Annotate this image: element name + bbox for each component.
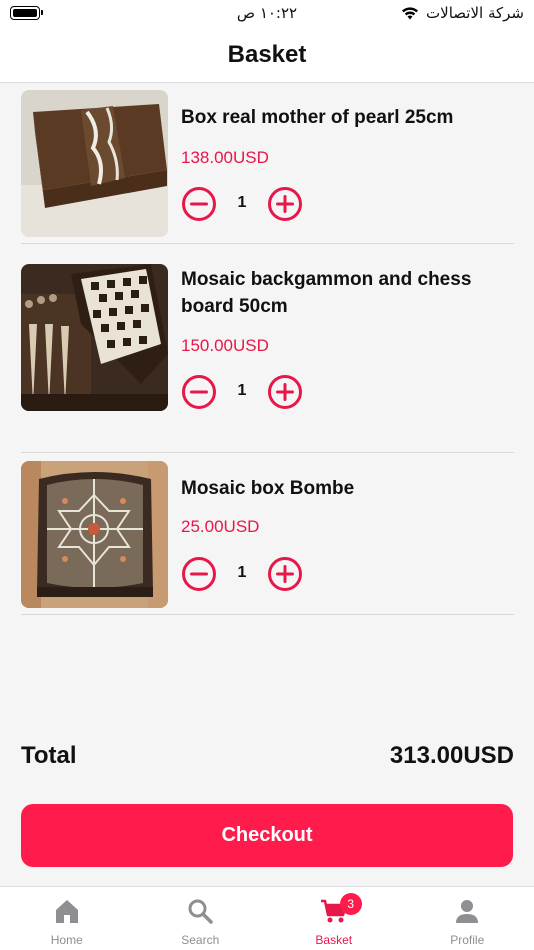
plus-circle-icon bbox=[268, 187, 302, 221]
status-carrier: شركة الاتصالات bbox=[400, 4, 524, 22]
navigation-header: Basket bbox=[0, 28, 534, 83]
product-price: 25.00USD bbox=[181, 517, 260, 536]
tab-label: Home bbox=[50, 933, 83, 947]
tab-basket[interactable]: 3 Basket bbox=[267, 887, 401, 950]
search-icon bbox=[188, 899, 213, 924]
quantity-value: 1 bbox=[237, 564, 247, 581]
tab-profile[interactable]: Profile bbox=[401, 887, 534, 950]
product-image[interactable] bbox=[21, 264, 168, 411]
product-price: 150.00USD bbox=[181, 336, 269, 355]
quantity-value: 1 bbox=[237, 382, 247, 399]
minus-circle-icon bbox=[182, 557, 216, 591]
product-image[interactable] bbox=[21, 90, 168, 237]
product-image[interactable] bbox=[21, 461, 168, 608]
tab-label: Search bbox=[181, 933, 220, 947]
decrease-quantity-button[interactable] bbox=[181, 374, 217, 410]
status-bar: ١٠:٢٢ ص شركة الاتصالات bbox=[0, 0, 534, 28]
quantity-value: 1 bbox=[237, 194, 247, 211]
profile-icon bbox=[456, 900, 479, 923]
total-label: Total bbox=[21, 742, 77, 769]
tab-bar: Home Search 3 Basket Profile bbox=[0, 886, 534, 950]
product-name[interactable]: Mosaic backgammon and chess board 50cm bbox=[181, 266, 511, 320]
basket-item: Mosaic backgammon and chess board 50cm 1… bbox=[21, 264, 514, 453]
product-price: 138.00USD bbox=[181, 148, 269, 167]
total-row: Total 313.00USD bbox=[21, 742, 514, 776]
wifi-icon bbox=[402, 7, 419, 20]
cart-count-badge: 3 bbox=[339, 893, 362, 915]
basket-item: Mosaic box Bombe 25.00USD 1 bbox=[21, 461, 514, 615]
increase-quantity-button[interactable] bbox=[267, 556, 303, 592]
product-name[interactable]: Box real mother of pearl 25cm bbox=[181, 104, 511, 131]
basket-list: Box real mother of pearl 25cm 138.00USD … bbox=[21, 90, 514, 615]
tab-search[interactable]: Search bbox=[134, 887, 268, 950]
checkout-button[interactable]: Checkout bbox=[21, 804, 513, 867]
product-name[interactable]: Mosaic box Bombe bbox=[181, 475, 511, 502]
quantity-stepper: 1 bbox=[181, 186, 305, 222]
tab-home[interactable]: Home bbox=[0, 887, 134, 950]
tab-label: Profile bbox=[450, 933, 485, 947]
minus-circle-icon bbox=[182, 187, 216, 221]
basket-item: Box real mother of pearl 25cm 138.00USD … bbox=[21, 90, 514, 244]
decrease-quantity-button[interactable] bbox=[181, 186, 217, 222]
minus-circle-icon bbox=[182, 375, 216, 409]
quantity-stepper: 1 bbox=[181, 374, 305, 410]
plus-circle-icon bbox=[268, 375, 302, 409]
home-icon bbox=[55, 900, 78, 923]
total-amount: 313.00USD bbox=[389, 742, 514, 769]
plus-circle-icon bbox=[268, 557, 302, 591]
decrease-quantity-button[interactable] bbox=[181, 556, 217, 592]
tab-label: Basket bbox=[315, 933, 353, 947]
page-title: Basket bbox=[227, 41, 307, 68]
quantity-stepper: 1 bbox=[181, 556, 305, 592]
increase-quantity-button[interactable] bbox=[267, 186, 303, 222]
increase-quantity-button[interactable] bbox=[267, 374, 303, 410]
carrier-name: شركة الاتصالات bbox=[426, 4, 524, 22]
